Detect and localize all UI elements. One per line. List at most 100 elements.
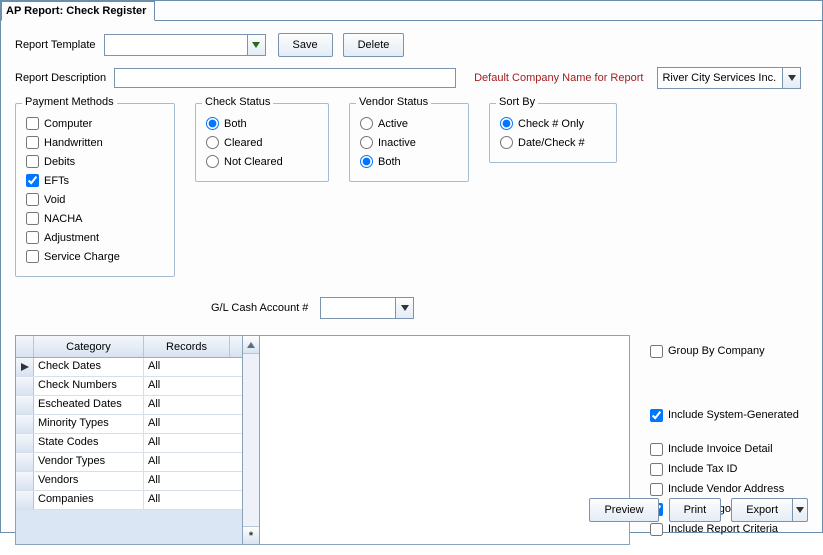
check-status-radio[interactable] <box>206 136 219 149</box>
grid-header: Category Records <box>16 336 242 358</box>
payment-method-checkbox[interactable] <box>26 250 39 263</box>
grid-scrollbar[interactable]: * <box>243 335 260 545</box>
grid-row[interactable]: Minority TypesAll <box>16 415 242 434</box>
grid-cell-records[interactable]: All <box>144 434 230 452</box>
payment-method-handwritten[interactable]: Handwritten <box>26 133 164 152</box>
grid-cell-records[interactable]: All <box>144 377 230 395</box>
payment-method-checkbox[interactable] <box>26 136 39 149</box>
payment-method-adjustment[interactable]: Adjustment <box>26 228 164 247</box>
grid-row[interactable]: State CodesAll <box>16 434 242 453</box>
export-dropdown-button[interactable] <box>792 498 808 522</box>
include-invoice-detail-checkbox[interactable] <box>650 443 663 456</box>
vendor-status-radio[interactable] <box>360 155 373 168</box>
grid-row[interactable]: Check NumbersAll <box>16 377 242 396</box>
payment-method-service-charge[interactable]: Service Charge <box>26 247 164 266</box>
grid-cell-records[interactable]: All <box>144 453 230 471</box>
row-marker <box>16 434 34 452</box>
check-status-not-cleared[interactable]: Not Cleared <box>206 152 318 171</box>
new-row-button[interactable]: * <box>243 526 259 544</box>
grid-row[interactable]: CompaniesAll <box>16 491 242 510</box>
check-status-cleared[interactable]: Cleared <box>206 133 318 152</box>
payment-method-checkbox[interactable] <box>26 193 39 206</box>
export-split-button[interactable]: Export <box>731 498 808 522</box>
vendor-status-active[interactable]: Active <box>360 114 458 133</box>
payment-method-computer[interactable]: Computer <box>26 114 164 133</box>
filter-grid[interactable]: Category Records Check DatesAllCheck Num… <box>15 335 243 545</box>
sort-by-radio[interactable] <box>500 117 513 130</box>
include-report-criteria-option[interactable]: Include Report Criteria <box>650 519 808 539</box>
print-button[interactable]: Print <box>669 498 722 522</box>
gl-cash-account-combo[interactable] <box>320 297 414 319</box>
save-button[interactable]: Save <box>278 33 333 57</box>
default-company-dropdown-button[interactable] <box>782 68 800 88</box>
payment-method-void[interactable]: Void <box>26 190 164 209</box>
include-system-generated-option[interactable]: Include System-Generated <box>650 405 808 425</box>
export-button[interactable]: Export <box>731 498 792 522</box>
grid-row[interactable]: Escheated DatesAll <box>16 396 242 415</box>
payment-method-label: Handwritten <box>44 137 103 149</box>
vendor-status-both[interactable]: Both <box>360 152 458 171</box>
include-vendor-address-option[interactable]: Include Vendor Address <box>650 479 808 499</box>
grid-cell-category[interactable]: Vendor Types <box>34 453 144 471</box>
report-template-input[interactable] <box>105 35 247 55</box>
grid-row[interactable]: Check DatesAll <box>16 358 242 377</box>
vendor-status-radio[interactable] <box>360 136 373 149</box>
check-status-radio[interactable] <box>206 117 219 130</box>
default-company-combo[interactable] <box>657 67 801 89</box>
include-tax-id-option[interactable]: Include Tax ID <box>650 459 808 479</box>
group-by-company-option[interactable]: Group By Company <box>650 341 808 361</box>
payment-method-checkbox[interactable] <box>26 174 39 187</box>
grid-cell-records[interactable]: All <box>144 491 230 509</box>
check-status-radio[interactable] <box>206 155 219 168</box>
default-company-input[interactable] <box>658 68 782 88</box>
grid-cell-records[interactable]: All <box>144 358 230 376</box>
row-marker <box>16 472 34 490</box>
grid-cell-records[interactable]: All <box>144 396 230 414</box>
preview-button[interactable]: Preview <box>589 498 658 522</box>
grid-cell-category[interactable]: Minority Types <box>34 415 144 433</box>
include-vendor-address-checkbox[interactable] <box>650 483 663 496</box>
grid-row[interactable]: VendorsAll <box>16 472 242 491</box>
grid-cell-records[interactable]: All <box>144 415 230 433</box>
payment-method-checkbox[interactable] <box>26 212 39 225</box>
grid-cell-category[interactable]: Companies <box>34 491 144 509</box>
current-row-icon <box>21 363 29 371</box>
grid-cell-category[interactable]: State Codes <box>34 434 144 452</box>
grid-cell-category[interactable]: Check Numbers <box>34 377 144 395</box>
payment-method-checkbox[interactable] <box>26 117 39 130</box>
scroll-track[interactable] <box>243 354 259 526</box>
tab-check-register[interactable]: AP Report: Check Register <box>1 1 155 21</box>
include-invoice-detail-option[interactable]: Include Invoice Detail <box>650 439 808 459</box>
delete-button[interactable]: Delete <box>343 33 405 57</box>
sort-by-check-only[interactable]: Check # Only <box>500 114 606 133</box>
sort-by-radio[interactable] <box>500 136 513 149</box>
grid-row[interactable]: Vendor TypesAll <box>16 453 242 472</box>
grid-cell-records[interactable]: All <box>144 472 230 490</box>
report-template-dropdown-button[interactable] <box>247 35 265 55</box>
grid-header-category[interactable]: Category <box>34 336 144 357</box>
vendor-status-radio[interactable] <box>360 117 373 130</box>
include-report-criteria-checkbox[interactable] <box>650 523 663 536</box>
sort-by-date-check-[interactable]: Date/Check # <box>500 133 606 152</box>
payment-method-debits[interactable]: Debits <box>26 152 164 171</box>
grid-cell-category[interactable]: Vendors <box>34 472 144 490</box>
gl-cash-account-dropdown-button[interactable] <box>395 298 413 318</box>
payment-method-efts[interactable]: EFTs <box>26 171 164 190</box>
scroll-up-button[interactable] <box>243 336 259 354</box>
include-system-generated-checkbox[interactable] <box>650 409 663 422</box>
grid-cell-category[interactable]: Check Dates <box>34 358 144 376</box>
check-status-both[interactable]: Both <box>206 114 318 133</box>
include-tax-id-checkbox[interactable] <box>650 463 663 476</box>
group-by-company-checkbox[interactable] <box>650 345 663 358</box>
payment-method-label: Computer <box>44 118 92 130</box>
payment-method-checkbox[interactable] <box>26 231 39 244</box>
payment-method-nacha[interactable]: NACHA <box>26 209 164 228</box>
sort-by-label: Date/Check # <box>518 137 585 149</box>
report-description-input[interactable] <box>114 68 456 88</box>
report-template-combo[interactable] <box>104 34 266 56</box>
payment-method-checkbox[interactable] <box>26 155 39 168</box>
vendor-status-inactive[interactable]: Inactive <box>360 133 458 152</box>
grid-cell-category[interactable]: Escheated Dates <box>34 396 144 414</box>
grid-header-records[interactable]: Records <box>144 336 230 357</box>
gl-cash-account-input[interactable] <box>321 298 395 318</box>
